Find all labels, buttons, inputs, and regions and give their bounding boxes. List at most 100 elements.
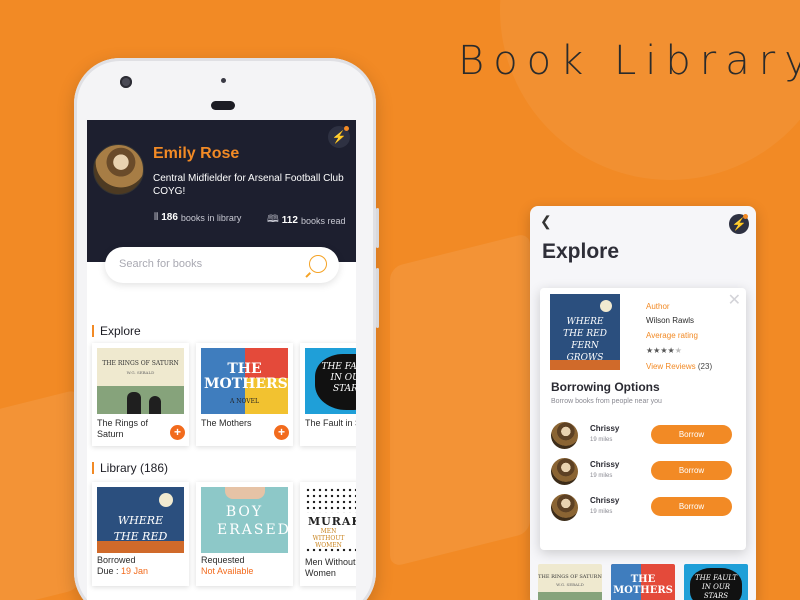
close-icon[interactable]: ✕ <box>728 290 741 310</box>
due-date: 19 Jan <box>121 566 149 576</box>
notification-button[interactable]: ⚡ <box>328 126 350 148</box>
books-read-count: 112 <box>281 215 298 226</box>
search-input[interactable]: Search for books <box>119 258 202 270</box>
lightning-bolt-icon: ⚡ <box>731 217 747 231</box>
cover-author: W.G. SEBALD <box>126 370 155 375</box>
cover-art <box>149 396 161 414</box>
book-cover-thumbnail[interactable]: THE FAULT IN OUR STARS <box>684 564 748 600</box>
background-ghost-screen <box>390 232 530 568</box>
add-book-button[interactable]: + <box>274 425 289 440</box>
due-label: Due : <box>97 566 122 576</box>
view-reviews-link[interactable]: View Reviews <box>646 362 696 371</box>
sensor-dot <box>221 78 226 83</box>
phone-mockup: ⚡ Emily Rose Central Midfielder for Arse… <box>74 58 379 600</box>
add-book-button[interactable]: + <box>170 425 185 440</box>
rating-stars: ★★★★★ <box>646 346 682 355</box>
front-camera <box>120 76 132 88</box>
book-title: The Fault in Stars <box>305 418 356 428</box>
notification-dot <box>344 126 349 131</box>
book-status-label: Borrowed <box>97 555 136 565</box>
borrowing-options-title: Borrowing Options <box>551 380 660 394</box>
star-icon: ★ <box>660 346 668 355</box>
open-book-icon: 🕮 <box>267 214 279 225</box>
cover-author: W.G. SEBALD <box>556 582 584 587</box>
avatar[interactable] <box>93 144 144 195</box>
page-title: Explore <box>542 240 620 263</box>
profile-header: ⚡ Emily Rose Central Midfielder for Arse… <box>87 120 356 262</box>
cover-title: THE MOTHERS <box>613 574 673 596</box>
borrow-button[interactable]: Borrow <box>651 461 732 480</box>
app-screen: ⚡ Emily Rose Central Midfielder for Arse… <box>87 120 356 600</box>
lender-row: Chrissy 19 miles Borrow <box>551 422 741 452</box>
books-in-library-stat[interactable]: ⫴ 186 books in library <box>154 212 241 223</box>
borrowing-options-subtitle: Borrow books from people near you <box>551 398 662 405</box>
book-cover: THE FAULT IN OUR STARS <box>305 348 356 414</box>
book-title: The Mothers <box>201 418 252 428</box>
lender-distance: 19 miles <box>590 473 613 479</box>
cover-art <box>225 487 265 499</box>
library-book-card[interactable]: WHERE THE RED FERN Borrowed Due : 19 Jan <box>92 482 189 586</box>
cover-title: MURAKA <box>308 515 356 528</box>
search-icon[interactable] <box>309 255 327 273</box>
books-in-library-count: 186 <box>161 212 178 223</box>
author-label: Author <box>646 302 670 311</box>
cover-art <box>550 360 620 370</box>
book-status: Not Available <box>201 566 253 577</box>
reviews-count: (23) <box>697 362 713 371</box>
search-bar[interactable]: Search for books <box>105 247 339 283</box>
cover-art <box>538 592 602 600</box>
borrow-button[interactable]: Borrow <box>651 425 732 444</box>
book-card[interactable]: THE RINGS OF SATURN W.G. SEBALD The Ring… <box>92 343 189 446</box>
book-title: The Rings of Saturn <box>97 418 149 439</box>
lender-row: Chrissy 19 miles Borrow <box>551 458 741 488</box>
phone-side-button <box>376 268 379 328</box>
cover-title: THE FAULT IN OUR STARS <box>694 574 738 600</box>
library-book-card[interactable]: MURAKA MEN WITHOUT WOMEN Men Without Wom… <box>300 482 356 586</box>
book-card[interactable]: THE FAULT IN OUR STARS The Fault in Star… <box>300 343 356 446</box>
lender-distance: 19 miles <box>590 437 613 443</box>
earpiece-speaker <box>211 101 235 110</box>
book-detail-modal: ✕ WHERE THE RED FERN GROWS Author Wilson… <box>540 288 746 550</box>
background-ghost-screen <box>0 388 80 600</box>
reviews-row: View Reviews (23) <box>646 362 712 371</box>
book-status-label: Requested <box>201 555 245 565</box>
profile-name: Emily Rose <box>153 145 240 162</box>
chevron-left-icon[interactable]: ❮ <box>540 213 552 230</box>
cover-subtitle: MEN WITHOUT WOMEN <box>312 528 345 549</box>
phone-side-button <box>376 208 379 248</box>
star-icon: ★ <box>667 346 675 355</box>
cover-art <box>159 493 173 507</box>
book-cover-thumbnail[interactable]: THE MOTHERS <box>611 564 675 600</box>
lender-name: Chrissy <box>590 424 620 433</box>
books-read-label: books read <box>300 215 346 226</box>
lender-row: Chrissy 19 miles Borrow <box>551 494 741 524</box>
lender-name: Chrissy <box>590 496 620 505</box>
section-title-explore: Explore <box>92 324 141 338</box>
books-read-stat[interactable]: 🕮 112 books read <box>267 212 345 229</box>
availability-status: Not Available <box>201 566 254 576</box>
book-cover: WHERE THE RED FERN GROWS <box>550 294 620 370</box>
books-in-library-label: books in library <box>180 212 242 223</box>
lender-name: Chrissy <box>590 460 620 469</box>
book-cover: BOY ERASED <box>201 487 288 553</box>
books-icon: ⫴ <box>154 212 159 223</box>
book-card[interactable]: THE MOTHERS A NOVEL The Mothers + <box>196 343 293 446</box>
author-name: Wilson Rawls <box>646 316 695 325</box>
avatar <box>551 458 578 485</box>
section-title-library: Library (186) <box>92 461 168 475</box>
cover-title: THE RINGS OF SATURN <box>538 574 602 580</box>
avatar <box>551 494 578 521</box>
cover-title: THE MOTHERS <box>204 361 288 392</box>
book-title: Men Without Women <box>305 557 356 578</box>
library-book-card[interactable]: BOY ERASED Requested Not Available <box>196 482 293 586</box>
book-cover: MURAKA MEN WITHOUT WOMEN <box>305 487 356 553</box>
avatar <box>551 422 578 449</box>
cover-art <box>127 392 141 414</box>
cover-art <box>97 541 184 553</box>
background-circle <box>500 0 800 180</box>
borrow-button[interactable]: Borrow <box>651 497 732 516</box>
rating-label: Average rating <box>646 331 698 340</box>
notification-button[interactable]: ⚡ <box>729 214 749 234</box>
cover-title: WHERE THE RED FERN GROWS <box>563 317 607 363</box>
book-cover-thumbnail[interactable]: THE RINGS OF SATURN W.G. SEBALD <box>538 564 602 600</box>
